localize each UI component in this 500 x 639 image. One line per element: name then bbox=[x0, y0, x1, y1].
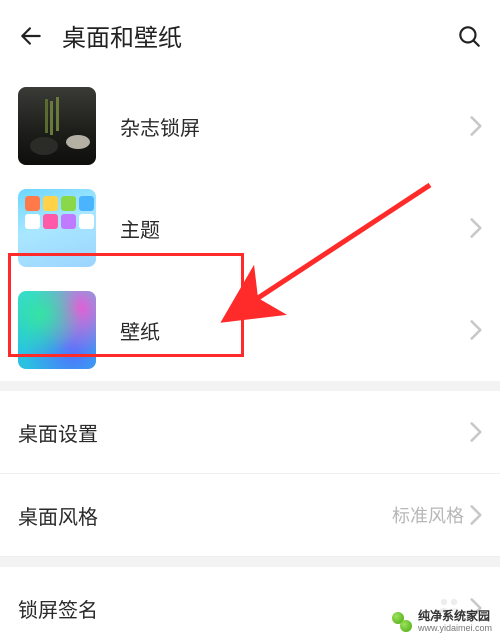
thumbnail-magazine-lock bbox=[18, 87, 96, 165]
page-title: 桌面和壁纸 bbox=[62, 18, 456, 53]
thumbnail-wallpaper bbox=[18, 291, 96, 369]
watermark-title: 纯净系统家园 bbox=[418, 610, 492, 622]
thumbnail-theme bbox=[18, 189, 96, 267]
section-divider bbox=[0, 557, 500, 567]
list-item-magazine-lock[interactable]: 杂志锁屏 bbox=[0, 75, 500, 177]
list-item-label: 桌面设置 bbox=[18, 418, 470, 447]
list-item-theme[interactable]: 主题 bbox=[0, 177, 500, 279]
section-divider bbox=[0, 381, 500, 391]
watermark: 纯净系统家园 www.yidaimei.com bbox=[392, 610, 492, 633]
list-item-wallpaper[interactable]: 壁纸 bbox=[0, 279, 500, 381]
watermark-logo bbox=[392, 612, 412, 632]
search-icon[interactable] bbox=[456, 23, 482, 49]
list-item-value: 标准风格 bbox=[392, 502, 464, 528]
list-item-desktop-style[interactable]: 桌面风格 标准风格 bbox=[0, 474, 500, 557]
chevron-right-icon bbox=[470, 320, 482, 340]
list-item-label: 杂志锁屏 bbox=[120, 112, 470, 141]
list-item-label: 壁纸 bbox=[120, 316, 470, 345]
header: 桌面和壁纸 bbox=[0, 0, 500, 75]
chevron-right-icon bbox=[470, 116, 482, 136]
list-item-label: 主题 bbox=[120, 214, 470, 243]
chevron-right-icon bbox=[470, 505, 482, 525]
list-item-desktop-settings[interactable]: 桌面设置 bbox=[0, 391, 500, 474]
list-item-label: 锁屏签名 bbox=[18, 594, 436, 623]
chevron-right-icon bbox=[470, 422, 482, 442]
back-icon[interactable] bbox=[18, 23, 44, 49]
watermark-url: www.yidaimei.com bbox=[418, 624, 492, 633]
settings-list: 杂志锁屏 主题 壁纸 桌面设置 bbox=[0, 75, 500, 639]
list-item-label: 桌面风格 bbox=[18, 501, 392, 530]
chevron-right-icon bbox=[470, 218, 482, 238]
